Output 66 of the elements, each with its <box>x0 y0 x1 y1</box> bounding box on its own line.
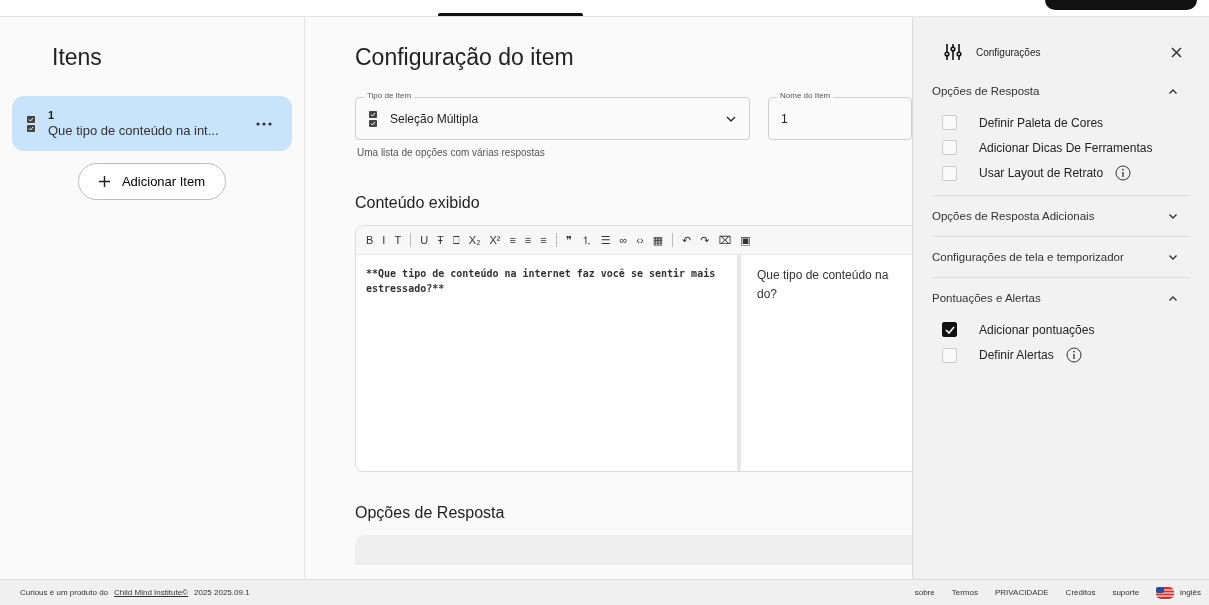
toolbar-button[interactable]: ∞ <box>615 234 632 246</box>
accordion-header[interactable]: Configurações de tela e temporizador <box>932 237 1190 277</box>
toolbar-button[interactable]: ⎕ <box>448 233 464 247</box>
close-icon[interactable] <box>1171 46 1182 58</box>
toolbar-button[interactable]: ↷ <box>696 233 714 247</box>
option-label: Usar Layout de Retrato <box>979 166 1104 180</box>
chevron-up-icon <box>1168 294 1178 302</box>
option-label: Definir Alertas <box>979 348 1054 362</box>
accordion-header[interactable]: Opções de Resposta <box>932 71 1190 111</box>
info-icon[interactable] <box>1115 165 1132 181</box>
language-link[interactable]: inglês <box>1180 588 1201 597</box>
helper-text: Uma lista de opções com várias respostas <box>356 147 546 158</box>
toolbar-button[interactable]: ↶ <box>678 233 696 247</box>
section-title: Opções de Resposta <box>355 504 506 522</box>
option-label: Adicionar pontuações <box>979 322 1095 337</box>
footer-link[interactable]: Child Mind Institute© <box>114 588 188 597</box>
page-title: Configuração do item <box>355 44 575 71</box>
plus-icon <box>98 176 110 187</box>
accordion-header[interactable]: Opções de Resposta Adicionais <box>932 196 1190 236</box>
toolbar-button[interactable]: X₂ <box>464 234 485 246</box>
checklist-icon <box>26 114 36 133</box>
chevron-down-icon <box>1168 212 1178 220</box>
toolbar-button[interactable]: X² <box>485 234 505 246</box>
footer-text: Curious é um produto do <box>20 588 109 597</box>
sliders-icon <box>944 43 962 61</box>
item-card[interactable]: 1 Que tipo de conteúdo na int... <box>12 96 292 151</box>
markdown-preview: Que tipo de conteúdo na do? <box>756 267 890 304</box>
footer-link[interactable]: sobre <box>914 588 935 597</box>
more-icon[interactable] <box>256 121 272 126</box>
footer-link[interactable]: PRIVACIDADE <box>994 588 1049 597</box>
toolbar-button[interactable]: B <box>362 234 378 246</box>
toolbar-button[interactable]: ▣ <box>736 233 755 247</box>
markdown-source[interactable]: **Que tipo de conteúdo na internet faz você se sentir mais estressado?** <box>356 255 741 471</box>
checklist-icon <box>368 109 378 128</box>
option-label: Definir Paleta de Cores <box>979 115 1104 130</box>
toolbar-button[interactable]: ⒈ <box>576 232 596 248</box>
item-label: Que tipo de conteúdo na int... <box>48 123 220 138</box>
toolbar-button[interactable]: ☰ <box>596 233 615 247</box>
flag-icon <box>1156 586 1175 599</box>
toolbar-button[interactable]: ≡ <box>536 234 551 246</box>
toolbar-button[interactable]: T <box>390 234 406 246</box>
chevron-up-icon <box>1168 87 1178 95</box>
toolbar-button[interactable]: U <box>416 234 433 246</box>
panel-title: Configurações <box>976 46 1042 58</box>
chevron-down-icon <box>1168 253 1178 261</box>
add-item-button[interactable]: Adicionar Item <box>77 163 227 200</box>
toolbar-button[interactable]: ‹› <box>632 234 648 246</box>
toolbar-button[interactable]: ≡ <box>520 234 536 246</box>
info-icon[interactable] <box>1065 347 1082 363</box>
item-number: 1 <box>48 109 56 121</box>
chevron-down-icon <box>725 114 737 123</box>
checkbox[interactable] <box>942 322 957 337</box>
footer-link[interactable]: Créditos <box>1065 588 1096 597</box>
toolbar-button[interactable]: ⌧ <box>714 233 736 247</box>
toolbar-button[interactable]: ▦ <box>648 233 668 247</box>
toolbar-button[interactable]: Ŧ <box>433 234 448 246</box>
footer-link[interactable]: suporte <box>1112 588 1140 597</box>
footer-link[interactable]: Termos <box>951 588 978 597</box>
toolbar-button[interactable]: ≡ <box>505 234 520 246</box>
option-label: Adicionar Dicas De Ferramentas <box>979 140 1153 155</box>
toolbar-button[interactable]: ❞ <box>561 233 576 247</box>
section-title: Conteúdo exibido <box>355 194 481 212</box>
toolbar-button[interactable]: I <box>378 234 390 246</box>
version-text: 2025 2025.09.1 <box>194 588 250 597</box>
sidebar-title: Itens <box>52 44 103 71</box>
accordion-header[interactable]: Pontuações e Alertas <box>932 278 1190 318</box>
